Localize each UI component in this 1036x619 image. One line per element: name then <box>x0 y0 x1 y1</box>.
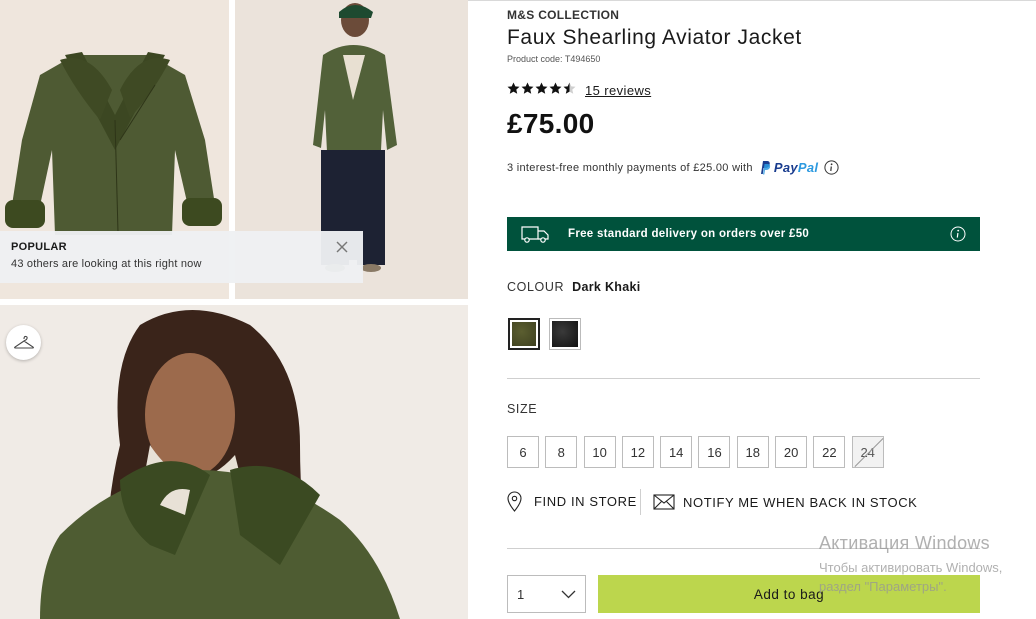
hanger-button[interactable] <box>6 325 41 360</box>
selected-colour: Dark Khaki <box>572 280 641 294</box>
delivery-banner: Free standard delivery on orders over £5… <box>507 217 980 251</box>
reviews-link[interactable]: 15 reviews <box>585 83 651 98</box>
colour-label: COLOUR Dark Khaki <box>507 280 640 294</box>
delivery-text: Free standard delivery on orders over £5… <box>568 228 810 240</box>
notify-me-label: NOTIFY ME WHEN BACK IN STOCK <box>683 494 918 510</box>
swatch-dark-khaki[interactable] <box>508 318 540 350</box>
size-option-16[interactable]: 16 <box>698 436 731 468</box>
location-pin-icon <box>507 491 522 512</box>
watermark-title: Активация Windows <box>819 533 990 553</box>
size-option-24[interactable]: 24 <box>851 436 884 468</box>
chevron-down-icon <box>561 590 576 599</box>
envelope-icon <box>653 494 675 510</box>
size-label: SIZE <box>507 402 538 416</box>
paypal-wordmark-pay: Pay <box>773 160 798 175</box>
popular-message: 43 others are looking at this right now <box>11 258 202 270</box>
swatch-black[interactable] <box>549 318 581 350</box>
notify-me-button[interactable]: NOTIFY ME WHEN BACK IN STOCK <box>653 493 917 511</box>
star-icon <box>507 82 520 94</box>
paypal-logo: PayPal <box>759 160 818 175</box>
find-in-store-button[interactable]: FIND IN STORE <box>507 491 637 512</box>
size-option-14[interactable]: 14 <box>660 436 693 468</box>
colour-label-text: COLOUR <box>507 280 565 294</box>
size-option-8[interactable]: 8 <box>545 436 578 468</box>
popular-title: POPULAR <box>11 241 67 253</box>
star-icon <box>549 82 562 94</box>
top-divider <box>468 0 1036 1</box>
hanger-icon <box>13 335 34 349</box>
price: £75.00 <box>507 108 595 139</box>
delivery-info-icon[interactable] <box>950 226 966 242</box>
size-options: 6 8 10 12 14 16 18 20 22 24 <box>507 436 890 468</box>
size-option-18[interactable]: 18 <box>736 436 769 468</box>
size-option-20[interactable]: 20 <box>775 436 808 468</box>
divider <box>507 378 980 379</box>
vertical-divider <box>640 489 641 515</box>
close-icon[interactable] <box>335 240 349 254</box>
product-gallery: POPULAR 43 others are looking at this ri… <box>0 0 470 619</box>
size-option-12[interactable]: 12 <box>621 436 654 468</box>
find-in-store-label: FIND IN STORE <box>534 494 637 509</box>
product-title: Faux Shearling Aviator Jacket <box>507 26 802 49</box>
add-to-bag-button[interactable]: Add to bag <box>598 575 980 613</box>
quantity-select[interactable]: 1 <box>507 575 586 613</box>
quantity-value: 1 <box>517 586 525 602</box>
star-icon <box>521 82 534 94</box>
brand-name[interactable]: M&S COLLECTION <box>507 8 619 22</box>
divider <box>507 548 980 549</box>
size-option-6[interactable]: 6 <box>507 436 539 468</box>
paypal-installments: 3 interest-free monthly payments of £25.… <box>507 160 839 175</box>
info-icon[interactable] <box>824 160 839 175</box>
star-icon <box>535 82 548 94</box>
paypal-icon <box>760 161 771 175</box>
rating-stars[interactable] <box>507 82 577 95</box>
size-option-22[interactable]: 22 <box>813 436 846 468</box>
star-icon <box>563 82 576 94</box>
size-option-10[interactable]: 10 <box>583 436 616 468</box>
popular-notice: POPULAR 43 others are looking at this ri… <box>0 231 363 283</box>
paypal-wordmark-pal: Pal <box>797 160 819 175</box>
truck-icon <box>521 226 549 243</box>
product-code: Product code: T494650 <box>507 54 601 64</box>
product-image-model-closeup[interactable] <box>0 305 468 619</box>
paypal-installments-text: 3 interest-free monthly payments of £25.… <box>507 161 753 174</box>
